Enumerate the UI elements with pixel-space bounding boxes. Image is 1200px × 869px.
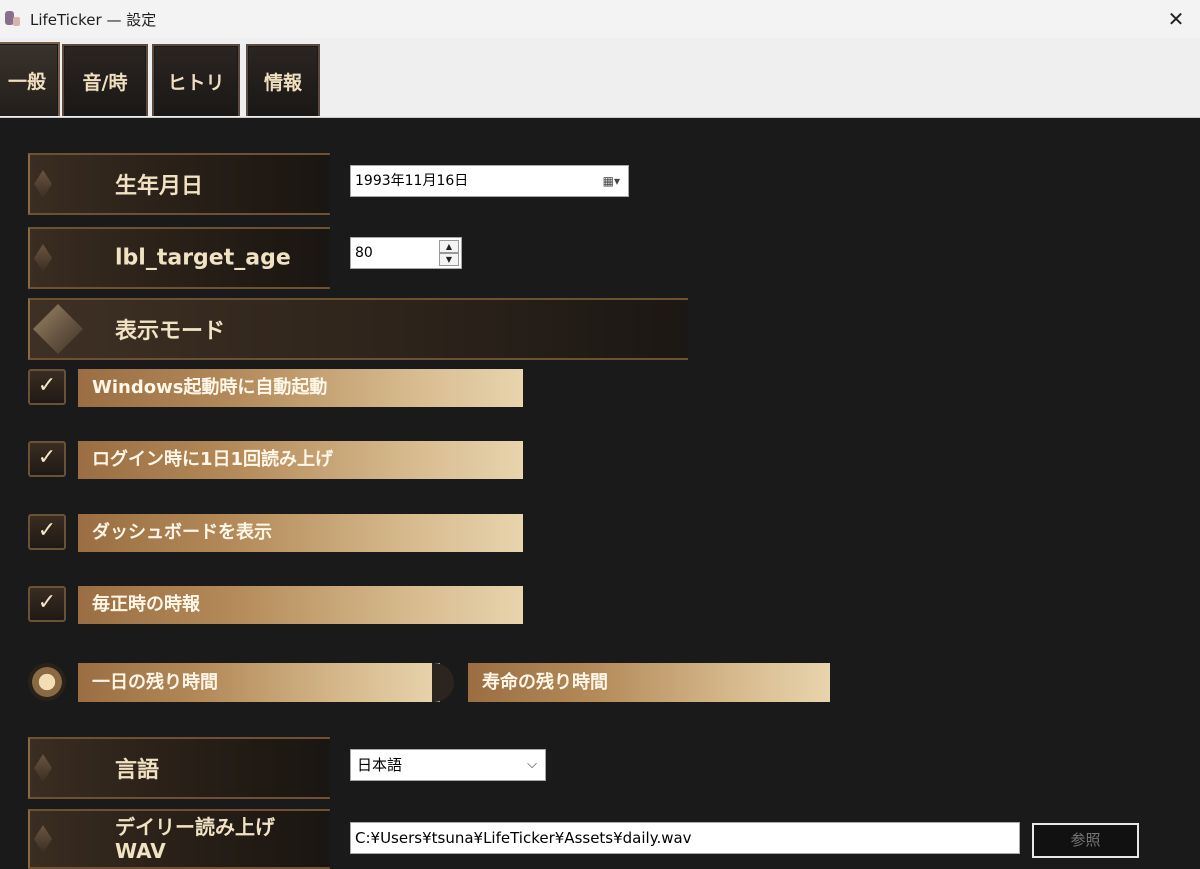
diamond-emblem-icon xyxy=(30,811,56,867)
diamond-emblem-icon xyxy=(30,300,86,358)
daily-wav-label: デイリー読み上げ WAV xyxy=(115,815,275,863)
spin-up-icon[interactable]: ▲ xyxy=(439,240,459,253)
title-bar: LifeTicker — 設定 ✕ xyxy=(0,0,1200,38)
target-age-label-panel: lbl_target_age xyxy=(28,227,330,289)
radio-day-remaining-label[interactable]: 一日の残り時間 xyxy=(78,663,440,702)
chevron-down-icon: ⌵ xyxy=(527,757,537,772)
checkbox-dashboard[interactable]: ✓ xyxy=(28,514,66,550)
daily-wav-label-line2: WAV xyxy=(115,839,166,863)
tab-label: 音/時 xyxy=(82,71,128,94)
browse-button[interactable]: 参照 xyxy=(1032,823,1139,858)
tab-general[interactable]: 一般 xyxy=(0,42,60,116)
birthdate-label: 生年月日 xyxy=(115,174,204,199)
tab-label: 情報 xyxy=(263,71,302,94)
birthdate-label-panel: 生年月日 xyxy=(28,153,330,215)
checkbox-hourly-chime[interactable]: ✓ xyxy=(28,586,66,622)
app-icon xyxy=(2,9,22,29)
checkbox-autostart[interactable]: ✓ xyxy=(28,369,66,405)
display-mode-header: 表示モード xyxy=(28,298,688,360)
daily-wav-path-input[interactable]: C:¥Users¥tsuna¥LifeTicker¥Assets¥daily.w… xyxy=(350,822,1020,854)
daily-wav-label-line1: デイリー読み上げ xyxy=(115,815,275,839)
checkbox-autostart-label[interactable]: Windows起動時に自動起動 xyxy=(78,369,523,407)
birthdate-picker[interactable]: 1993年11月16日 ▦▾ xyxy=(350,165,629,197)
radio-life-remaining-label[interactable]: 寿命の残り時間 xyxy=(468,663,830,702)
target-age-label: lbl_target_age xyxy=(115,245,291,271)
checkbox-hourly-chime-label[interactable]: 毎正時の時報 xyxy=(78,586,523,624)
checkbox-login-readout-label[interactable]: ログイン時に1日1回読み上げ xyxy=(78,441,523,479)
window-title: LifeTicker — 設定 xyxy=(30,10,157,29)
language-select[interactable]: 日本語 ⌵ xyxy=(350,749,546,781)
tab-label: ヒトリ xyxy=(167,71,225,94)
daily-wav-label-panel: デイリー読み上げ WAV xyxy=(28,809,330,869)
calendar-dropdown-icon[interactable]: ▦▾ xyxy=(598,174,620,188)
spin-down-icon[interactable]: ▼ xyxy=(439,253,459,266)
display-mode-label: 表示モード xyxy=(115,319,226,344)
language-label: 言語 xyxy=(115,758,160,783)
daily-wav-path: C:¥Users¥tsuna¥LifeTicker¥Assets¥daily.w… xyxy=(355,829,692,847)
tab-info[interactable]: 情報 xyxy=(246,44,320,116)
radio-day-remaining[interactable] xyxy=(28,663,66,701)
checkbox-login-readout[interactable]: ✓ xyxy=(28,441,66,477)
radio-life-remaining[interactable] xyxy=(432,663,454,702)
tab-strip: 一般 音/時 ヒトリ 情報 xyxy=(0,38,1200,118)
tab-label: 一般 xyxy=(7,70,46,93)
target-age-value: 80 xyxy=(355,245,373,261)
language-label-panel: 言語 xyxy=(28,737,330,799)
checkbox-dashboard-label[interactable]: ダッシュボードを表示 xyxy=(78,514,523,552)
birthdate-value: 1993年11月16日 xyxy=(355,173,469,189)
tab-sound-time[interactable]: 音/時 xyxy=(62,44,148,116)
diamond-emblem-icon xyxy=(30,229,56,287)
language-value: 日本語 xyxy=(357,756,403,774)
close-icon[interactable]: ✕ xyxy=(1162,5,1190,33)
diamond-emblem-icon xyxy=(30,155,56,213)
target-age-stepper[interactable]: 80 ▲ ▼ xyxy=(350,237,462,269)
diamond-emblem-icon xyxy=(30,739,56,797)
tab-history[interactable]: ヒトリ xyxy=(152,44,240,116)
